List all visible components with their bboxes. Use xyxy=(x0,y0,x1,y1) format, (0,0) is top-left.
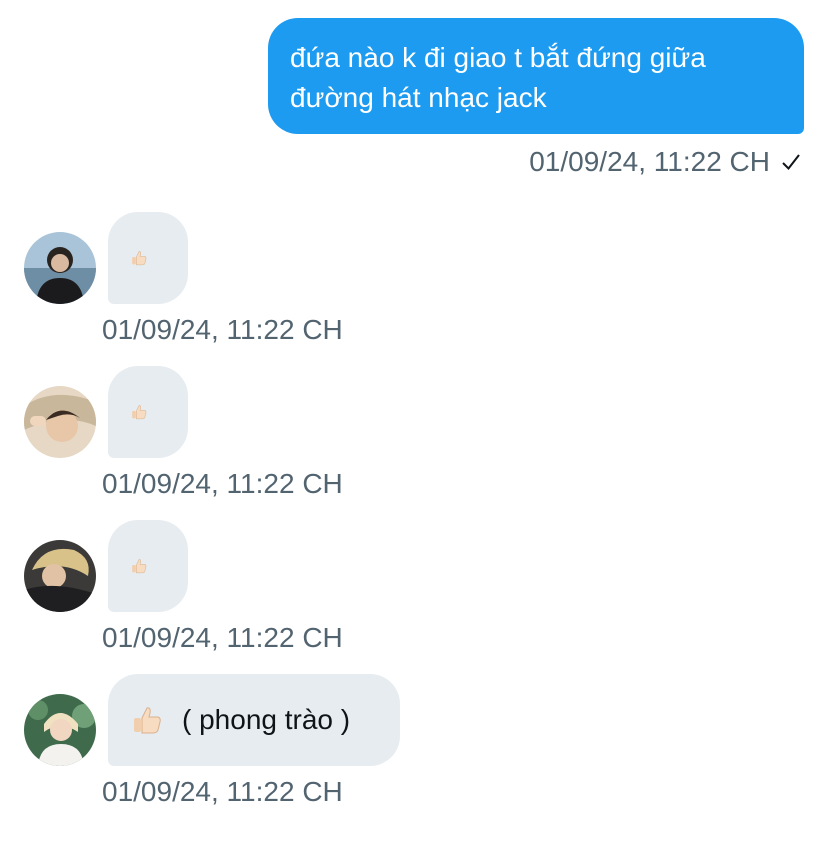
thumbs-up-emoji xyxy=(132,405,147,420)
sent-message-text: đứa nào k đi giao t bắt đứng giữa đường … xyxy=(290,42,706,113)
chat-thread: đứa nào k đi giao t bắt đứng giữa đường … xyxy=(0,0,828,844)
checkmark-icon xyxy=(782,154,800,171)
received-message-bubble[interactable]: ( phong trào ) xyxy=(108,674,400,766)
avatar[interactable] xyxy=(24,540,96,612)
avatar[interactable] xyxy=(24,694,96,766)
received-message-bubble[interactable] xyxy=(108,520,188,612)
thumbs-up-emoji xyxy=(132,559,147,574)
thumbs-up-emoji xyxy=(134,707,161,734)
received-message-bubble[interactable] xyxy=(108,212,188,304)
received-message-time: 01/09/24, 11:22 CH xyxy=(102,622,343,653)
received-message-bubble[interactable] xyxy=(108,366,188,458)
sent-message-meta: 01/09/24, 11:22 CH xyxy=(529,142,802,182)
sent-message-bubble[interactable]: đứa nào k đi giao t bắt đứng giữa đường … xyxy=(268,18,804,134)
received-message-time: 01/09/24, 11:22 CH xyxy=(102,468,343,499)
received-message-time: 01/09/24, 11:22 CH xyxy=(102,776,343,807)
thumbs-up-emoji xyxy=(132,251,147,266)
sent-message-time: 01/09/24, 11:22 CH xyxy=(529,146,770,177)
received-message-time: 01/09/24, 11:22 CH xyxy=(102,314,343,345)
received-message-text: ( phong trào ) xyxy=(182,704,351,735)
avatar[interactable] xyxy=(24,386,96,458)
avatar[interactable] xyxy=(24,232,96,304)
